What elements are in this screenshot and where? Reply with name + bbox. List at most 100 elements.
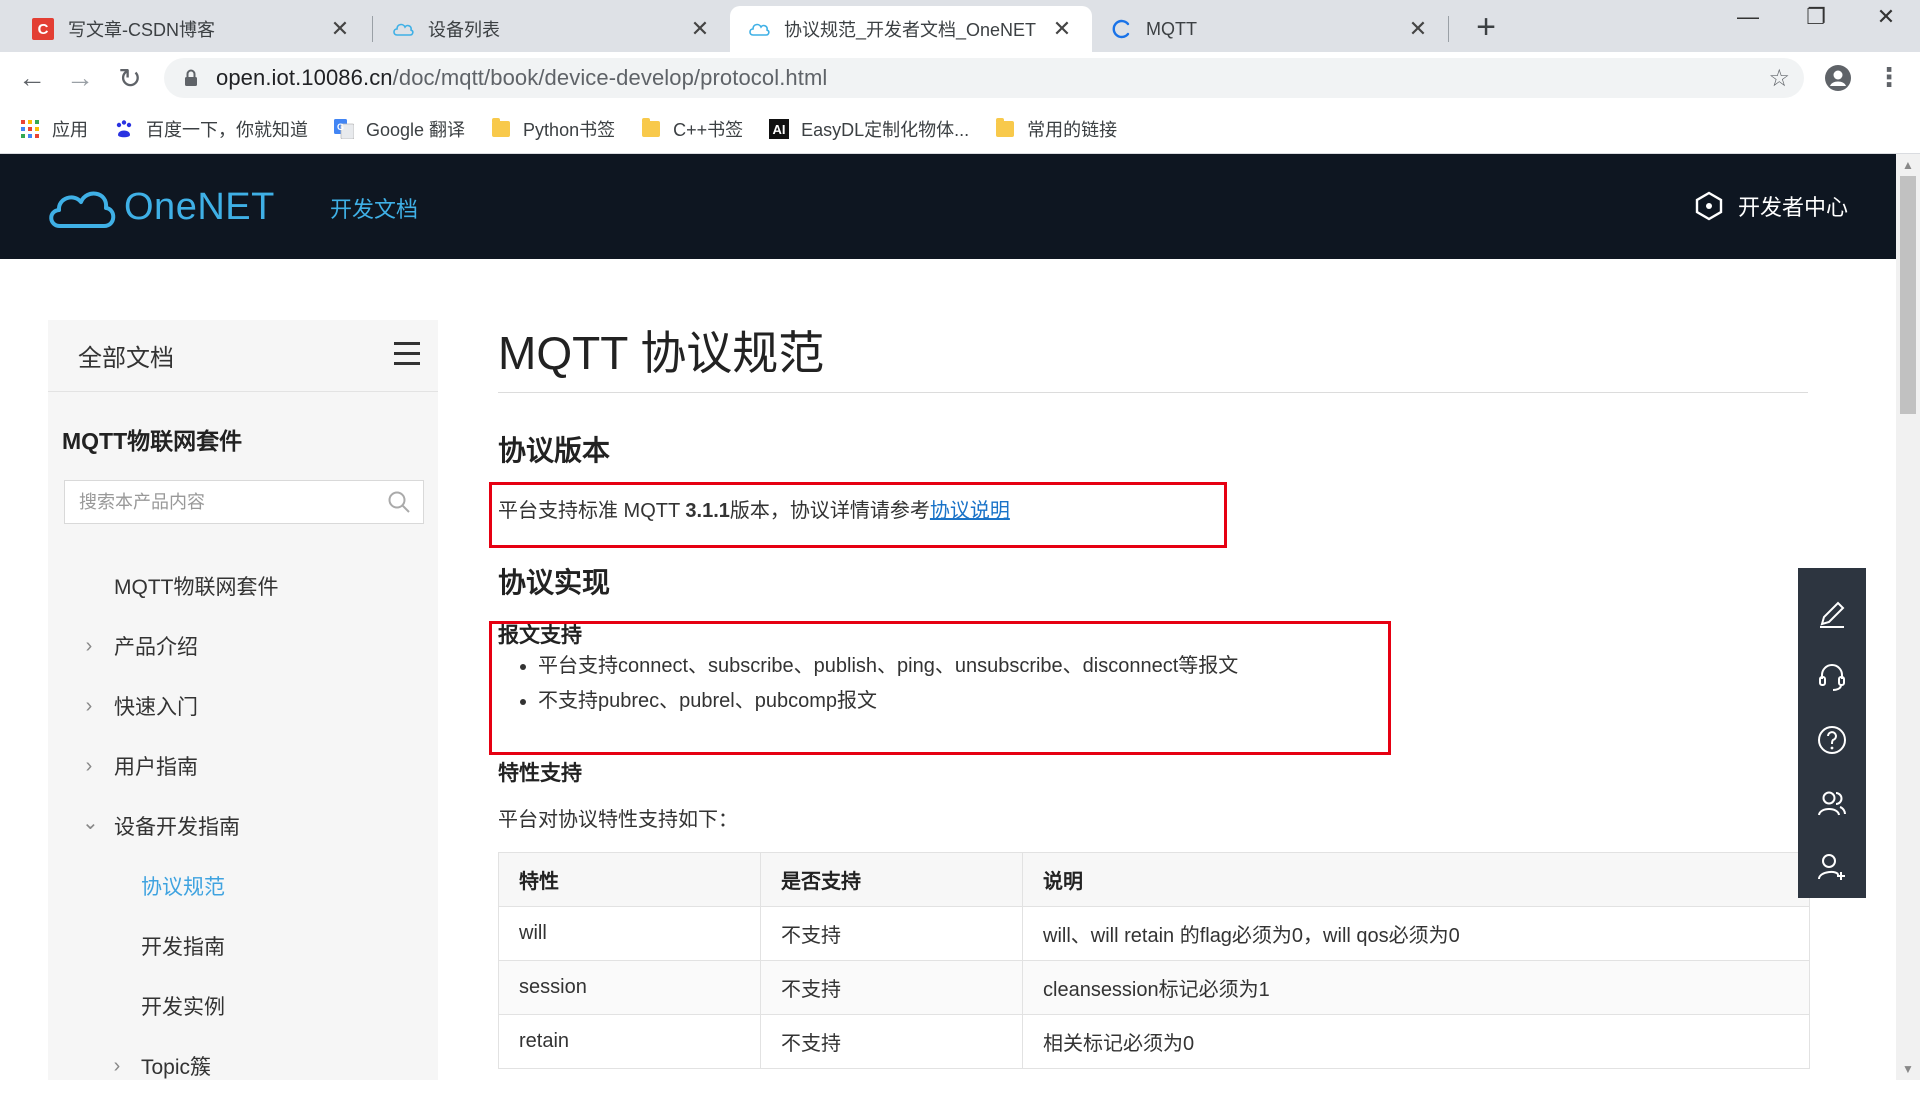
bookmark-apps[interactable]: 应用 [20, 116, 88, 142]
sidebar-item-protocol-spec[interactable]: 协议规范 [48, 856, 438, 916]
tab-title: MQTT [1146, 18, 1197, 39]
reload-icon[interactable]: ↻ [112, 62, 148, 95]
hamburger-menu-icon[interactable] [394, 342, 420, 372]
address-bar[interactable]: open.iot.10086.cn/doc/mqtt/book/device-d… [164, 58, 1804, 98]
sidebar-search-input[interactable] [79, 491, 369, 513]
help-question-icon[interactable] [1798, 708, 1866, 771]
sidebar-item-dev-guide[interactable]: 开发指南 [48, 916, 438, 976]
table-cell: 不支持 [760, 1014, 1023, 1069]
table-header-row: 特性 是否支持 说明 [498, 852, 1810, 907]
bookmark-baidu[interactable]: 百度一下，你就知道 [114, 116, 308, 142]
browser-tab-strip: C 写文章-CSDN博客 ✕ 设备列表 ✕ 协议规范_开发者文档_OneNET … [0, 0, 1920, 52]
close-tab-icon[interactable]: ✕ [328, 16, 352, 42]
tab-title: 写文章-CSDN博客 [68, 20, 215, 40]
close-window-icon[interactable]: ✕ [1856, 4, 1916, 30]
chevron-down-icon: ⌄ [82, 812, 99, 834]
hexagon-icon [1695, 191, 1723, 221]
close-tab-icon[interactable]: ✕ [1050, 16, 1074, 42]
close-tab-icon[interactable]: ✕ [688, 16, 712, 42]
bookmark-label: C++书签 [673, 119, 744, 140]
sidebar-item-mqtt-suite[interactable]: MQTT物联网套件 [48, 556, 438, 616]
floating-action-bar [1798, 568, 1866, 898]
svg-text:AI: AI [773, 122, 786, 137]
menu-kebab-icon[interactable]: ⋮ [1876, 62, 1902, 93]
bookmark-label: Python书签 [523, 119, 616, 140]
google-translate-icon: G [334, 118, 354, 139]
section-heading-version: 协议版本 [498, 435, 611, 466]
site-header: OneNET 开发文档 开发者中心 [0, 154, 1896, 259]
cloud-logo-icon [49, 191, 116, 228]
community-users-icon[interactable] [1798, 772, 1866, 835]
table-cell: will、will retain 的flag必须为0，will qos必须为0 [1022, 906, 1810, 961]
restore-icon[interactable]: ❐ [1786, 4, 1846, 30]
tab-device-list[interactable]: 设备列表 ✕ [374, 6, 730, 52]
tab-title: 协议规范_开发者文档_OneNET [784, 20, 1037, 40]
bookmark-star-icon[interactable]: ☆ [1768, 64, 1790, 93]
bookmark-google-translate[interactable]: G Google 翻译 [334, 116, 465, 142]
new-tab-button[interactable]: + [1466, 8, 1506, 47]
table-header-feature: 特性 [498, 852, 761, 907]
forward-icon[interactable]: → [62, 62, 98, 94]
browser-toolbar: ← → ↻ open.iot.10086.cn/doc/mqtt/book/de… [0, 52, 1920, 104]
search-icon[interactable] [387, 490, 411, 519]
sidebar-item-topic-cluster[interactable]: › Topic簇 [48, 1036, 438, 1096]
bookmark-easydl[interactable]: AI EasyDL定制化物体... [769, 116, 969, 142]
back-icon[interactable]: ← [14, 62, 50, 94]
scroll-down-arrow-icon[interactable]: ▼ [1902, 1062, 1914, 1076]
chevron-right-icon: › [85, 634, 93, 657]
page-title: MQTT 协议规范 [498, 327, 825, 379]
logo-text: OneNET [124, 185, 275, 228]
sidebar-item-label: 开发实例 [141, 996, 225, 1019]
sidebar-nav: MQTT物联网套件 › 产品介绍 › 快速入门 › 用户指南 ⌄ 设备开发指南 … [48, 556, 438, 1096]
bookmarks-bar: 应用 百度一下，你就知道 G Google 翻译 Python书签 C++书签 … [0, 104, 1920, 154]
bookmark-label: Google 翻译 [366, 119, 466, 140]
minimize-icon[interactable]: — [1718, 4, 1778, 30]
bookmark-python[interactable]: Python书签 [491, 116, 615, 142]
table-cell: will [498, 906, 761, 961]
sidebar-item-dev-examples[interactable]: 开发实例 [48, 976, 438, 1036]
customer-service-headset-icon[interactable] [1798, 645, 1866, 708]
highlight-box-version [489, 482, 1227, 548]
sidebar-item-quick-start[interactable]: › 快速入门 [48, 676, 438, 736]
tab-protocol-spec[interactable]: 协议规范_开发者文档_OneNET ✕ [730, 6, 1092, 52]
sidebar-item-label: 用户指南 [114, 756, 198, 779]
onenet-logo[interactable]: OneNET [46, 184, 275, 230]
feature-support-table: 特性 是否支持 说明 will 不支持 will、will retain 的fl… [498, 852, 1810, 1069]
sidebar-search[interactable] [64, 480, 424, 524]
developer-center-link[interactable]: 开发者中心 [1694, 190, 1848, 222]
add-user-icon[interactable] [1798, 835, 1866, 898]
tab-csdn[interactable]: C 写文章-CSDN博客 ✕ [14, 6, 370, 52]
url-text: open.iot.10086.cn/doc/mqtt/book/device-d… [216, 65, 827, 91]
sidebar-item-user-guide[interactable]: › 用户指南 [48, 736, 438, 796]
bookmark-label: 百度一下，你就知道 [146, 119, 308, 140]
table-cell: 不支持 [760, 906, 1023, 961]
bookmark-common-links[interactable]: 常用的链接 [995, 116, 1117, 142]
scrollbar-thumb[interactable] [1900, 176, 1916, 414]
nav-docs-link[interactable]: 开发文档 [330, 192, 418, 224]
docs-sidebar: 全部文档 MQTT物联网套件 MQTT物联网套件 › 产品介绍 › 快速入门 ›… [48, 320, 438, 1080]
table-row: retain 不支持 相关标记必须为0 [498, 1014, 1810, 1069]
edit-pencil-icon[interactable] [1798, 582, 1866, 645]
sidebar-item-product-intro[interactable]: › 产品介绍 [48, 616, 438, 676]
highlight-box-packets [489, 621, 1391, 755]
close-tab-icon[interactable]: ✕ [1406, 16, 1430, 42]
scroll-up-arrow-icon[interactable]: ▲ [1902, 158, 1914, 172]
url-path: /doc/mqtt/book/device-develop/protocol.h… [392, 65, 828, 90]
tab-title: 设备列表 [428, 20, 500, 40]
folder-icon [491, 117, 511, 139]
sidebar-item-label: 产品介绍 [114, 636, 198, 659]
cloud-icon [392, 18, 414, 40]
table-row: will 不支持 will、will retain 的flag必须为0，will… [498, 906, 1810, 961]
sidebar-item-device-dev-guide[interactable]: ⌄ 设备开发指南 [48, 796, 438, 856]
profile-icon[interactable] [1824, 64, 1852, 97]
sidebar-item-label: MQTT物联网套件 [114, 576, 279, 599]
bookmark-label: EasyDL定制化物体... [801, 119, 970, 140]
table-cell: 不支持 [760, 960, 1023, 1015]
lock-icon[interactable] [180, 69, 202, 87]
svg-text:C: C [38, 21, 49, 38]
section-heading-implementation: 协议实现 [498, 567, 611, 598]
bookmark-cpp[interactable]: C++书签 [641, 116, 743, 142]
page-scrollbar[interactable]: ▲ ▼ [1896, 154, 1920, 1080]
tab-mqtt[interactable]: MQTT ✕ [1092, 6, 1448, 52]
chevron-right-icon: › [85, 694, 93, 717]
